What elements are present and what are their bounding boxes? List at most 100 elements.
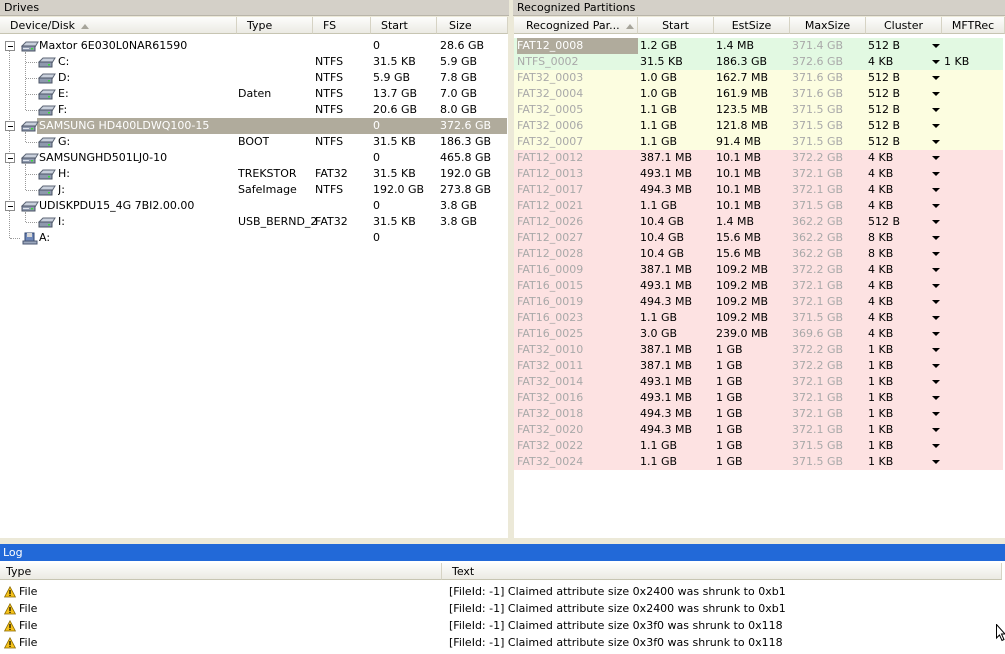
partition-name[interactable]: FAT32_0007 (517, 134, 638, 150)
partition-name[interactable]: FAT12_0012 (517, 150, 638, 166)
vertical-splitter[interactable] (509, 0, 513, 540)
partition-row[interactable]: FAT32_0010 387.1 MB 1 GB 372.2 GB 1 KB (514, 342, 1003, 358)
partition-cluster[interactable]: 4 KB (868, 150, 893, 166)
partition-cluster[interactable]: 8 KB (868, 246, 893, 262)
dropdown-arrow-icon[interactable] (932, 92, 940, 96)
partition-cluster[interactable]: 4 KB (868, 278, 893, 294)
partition-name[interactable]: FAT32_0004 (517, 86, 638, 102)
drives-col-start[interactable]: Start (371, 17, 437, 34)
collapse-toggle-icon[interactable] (5, 121, 15, 131)
partition-cluster[interactable]: 512 B (868, 214, 900, 230)
dropdown-arrow-icon[interactable] (932, 60, 940, 64)
partition-cluster[interactable]: 1 KB (868, 406, 893, 422)
partition-cluster[interactable]: 512 B (868, 102, 900, 118)
log-type[interactable]: File (19, 618, 37, 634)
partition-row[interactable]: FAT12_0027 10.4 GB 15.6 MB 362.2 GB 8 KB (514, 230, 1003, 246)
drive-name[interactable]: D: (58, 70, 70, 86)
partition-row[interactable]: FAT12_0026 10.4 GB 1.4 MB 362.2 GB 512 B (514, 214, 1003, 230)
log-text[interactable]: [FileId: -1] Claimed attribute size 0x24… (449, 601, 786, 617)
log-text[interactable]: [FileId: -1] Claimed attribute size 0x24… (449, 584, 786, 600)
dropdown-arrow-icon[interactable] (932, 412, 940, 416)
partition-cluster[interactable]: 8 KB (868, 230, 893, 246)
partition-name[interactable]: FAT12_0021 (517, 198, 638, 214)
partition-row[interactable]: FAT16_0025 3.0 GB 239.0 MB 369.6 GB 4 KB (514, 326, 1003, 342)
partition-row[interactable]: FAT32_0024 1.1 GB 1 GB 371.5 GB 1 KB (514, 454, 1003, 470)
dropdown-arrow-icon[interactable] (932, 108, 940, 112)
partition-row[interactable]: FAT32_0006 1.1 GB 121.8 MB 371.5 GB 512 B (514, 118, 1003, 134)
partition-row[interactable]: FAT32_0003 1.0 GB 162.7 MB 371.6 GB 512 B (514, 70, 1003, 86)
partition-row[interactable]: FAT16_0015 493.1 MB 109.2 MB 372.1 GB 4 KB (514, 278, 1003, 294)
dropdown-arrow-icon[interactable] (932, 316, 940, 320)
partition-cluster[interactable]: 4 KB (868, 166, 893, 182)
partition-name[interactable]: FAT32_0022 (517, 438, 638, 454)
partition-cluster[interactable]: 1 KB (868, 342, 893, 358)
partition-cluster[interactable]: 1 KB (868, 390, 893, 406)
partition-cluster[interactable]: 512 B (868, 86, 900, 102)
partition-cluster[interactable]: 1 KB (868, 438, 893, 454)
partition-cluster[interactable]: 4 KB (868, 310, 893, 326)
partition-name[interactable]: FAT32_0024 (517, 454, 638, 470)
dropdown-arrow-icon[interactable] (932, 156, 940, 160)
partition-row[interactable]: FAT16_0023 1.1 GB 109.2 MB 371.5 GB 4 KB (514, 310, 1003, 326)
dropdown-arrow-icon[interactable] (932, 284, 940, 288)
dropdown-arrow-icon[interactable] (932, 252, 940, 256)
partition-cluster[interactable]: 4 KB (868, 262, 893, 278)
dropdown-arrow-icon[interactable] (932, 124, 940, 128)
dropdown-arrow-icon[interactable] (932, 172, 940, 176)
partition-name[interactable]: NTFS_0002 (517, 54, 638, 70)
partition-row[interactable]: FAT32_0018 494.3 MB 1 GB 372.1 GB 1 KB (514, 406, 1003, 422)
partition-name[interactable]: FAT32_0020 (517, 422, 638, 438)
partition-row[interactable]: NTFS_0002 31.5 KB 186.3 GB 372.6 GB 4 KB 1 KB (514, 54, 1003, 70)
partition-name[interactable]: FAT32_0006 (517, 118, 638, 134)
partition-name[interactable]: FAT16_0019 (517, 294, 638, 310)
partition-row[interactable]: FAT12_0008 1.2 GB 1.4 MB 371.4 GB 512 B (514, 38, 1003, 54)
drive-name[interactable]: SAMSUNG HD400LDWQ100-15 (39, 118, 209, 134)
partitions-col-name[interactable]: Recognized Par... (514, 17, 638, 34)
log-text[interactable]: [FileId: -1] Claimed attribute size 0x3f… (449, 618, 783, 634)
drive-name[interactable]: C: (58, 54, 69, 70)
partition-cluster[interactable]: 1 KB (868, 358, 893, 374)
partition-row[interactable]: FAT32_0005 1.1 GB 123.5 MB 371.5 GB 512 B (514, 102, 1003, 118)
partition-row[interactable]: FAT12_0021 1.1 GB 10.1 MB 371.5 GB 4 KB (514, 198, 1003, 214)
drives-col-fs[interactable]: FS (313, 17, 371, 34)
partitions-col-mftrec[interactable]: MFTRec (942, 17, 1005, 34)
partitions-col-cluster[interactable]: Cluster (866, 17, 942, 34)
dropdown-arrow-icon[interactable] (932, 300, 940, 304)
collapse-toggle-icon[interactable] (5, 153, 15, 163)
dropdown-arrow-icon[interactable] (932, 188, 940, 192)
log-type[interactable]: File (19, 584, 37, 600)
partitions-col-maxsize[interactable]: MaxSize (790, 17, 866, 34)
partition-name[interactable]: FAT12_0008 (517, 38, 638, 54)
partition-row[interactable]: FAT32_0007 1.1 GB 91.4 MB 371.5 GB 512 B (514, 134, 1003, 150)
partition-cluster[interactable]: 1 KB (868, 374, 893, 390)
partition-name[interactable]: FAT32_0016 (517, 390, 638, 406)
partition-cluster[interactable]: 1 KB (868, 454, 893, 470)
partition-row[interactable]: FAT32_0020 494.3 MB 1 GB 372.1 GB 1 KB (514, 422, 1003, 438)
dropdown-arrow-icon[interactable] (932, 332, 940, 336)
drive-name[interactable]: A: (39, 230, 50, 246)
drive-name[interactable]: G: (58, 134, 70, 150)
partition-name[interactable]: FAT12_0028 (517, 246, 638, 262)
log-text[interactable]: [FileId: -1] Claimed attribute size 0x3f… (449, 635, 783, 651)
partition-name[interactable]: FAT12_0026 (517, 214, 638, 230)
drive-name[interactable]: E: (58, 86, 69, 102)
partition-name[interactable]: FAT16_0015 (517, 278, 638, 294)
drives-col-type[interactable]: Type (237, 17, 313, 34)
drive-name[interactable]: Maxtor 6E030L0NAR61590 (39, 38, 187, 54)
dropdown-arrow-icon[interactable] (932, 460, 940, 464)
partition-name[interactable]: FAT32_0014 (517, 374, 638, 390)
dropdown-arrow-icon[interactable] (932, 380, 940, 384)
dropdown-arrow-icon[interactable] (932, 444, 940, 448)
partition-name[interactable]: FAT12_0017 (517, 182, 638, 198)
dropdown-arrow-icon[interactable] (932, 220, 940, 224)
partition-name[interactable]: FAT12_0027 (517, 230, 638, 246)
partition-row[interactable]: FAT12_0012 387.1 MB 10.1 MB 372.2 GB 4 KB (514, 150, 1003, 166)
dropdown-arrow-icon[interactable] (932, 348, 940, 352)
drive-name[interactable]: J: (58, 182, 65, 198)
partition-cluster[interactable]: 4 KB (868, 198, 893, 214)
drive-name[interactable]: UDISKPDU15_4G 7BI2.00.00 (39, 198, 194, 214)
dropdown-arrow-icon[interactable] (932, 204, 940, 208)
partition-name[interactable]: FAT32_0011 (517, 358, 638, 374)
collapse-toggle-icon[interactable] (5, 201, 15, 211)
partition-cluster[interactable]: 4 KB (868, 294, 893, 310)
